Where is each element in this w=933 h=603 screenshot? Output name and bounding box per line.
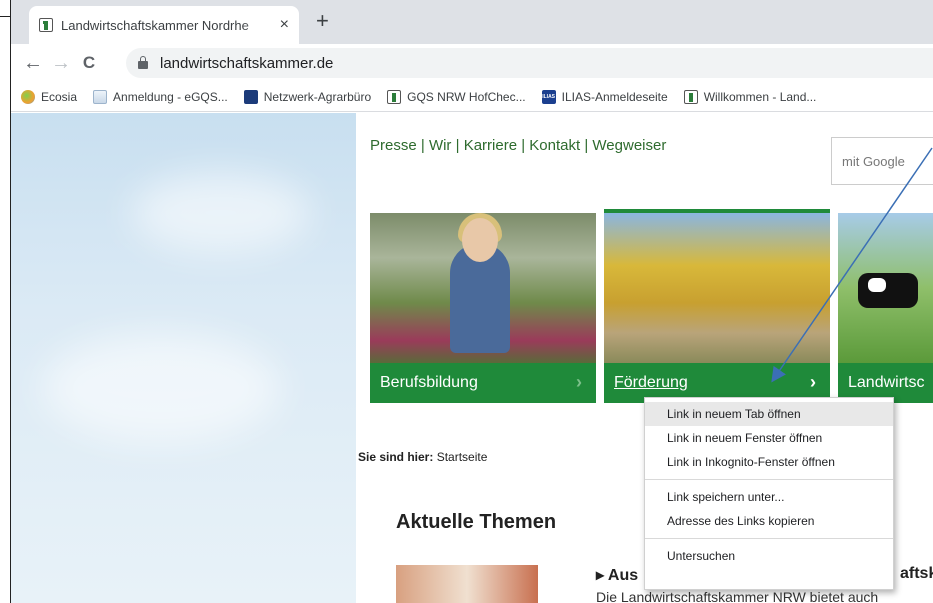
bookmark-label: Willkommen - Land... <box>703 89 817 104</box>
photo-cow-spot <box>868 278 886 292</box>
document-icon <box>93 89 108 104</box>
bookmark-ecosia[interactable]: Ecosia <box>21 89 78 104</box>
lock-icon[interactable] <box>138 56 148 69</box>
nav-link-kontakt[interactable]: Kontakt <box>529 137 580 154</box>
photo-head <box>462 218 498 262</box>
bookmark-label: Netzwerk-Agrarbüro <box>263 89 372 104</box>
new-tab-button[interactable]: + <box>316 8 329 34</box>
chevron-right-icon: › <box>810 372 816 392</box>
nav-link-wir[interactable]: Wir <box>429 137 452 154</box>
tab-close-icon[interactable]: × <box>280 16 289 34</box>
news-thumbnail[interactable] <box>396 565 538 603</box>
cloud-decoration <box>41 333 281 443</box>
address-bar[interactable]: landwirtschaftskammer.de <box>126 48 933 78</box>
menu-copy-link[interactable]: Adresse des Links kopieren <box>645 509 893 533</box>
tab-title: Landwirtschaftskammer Nordrhe <box>61 17 249 33</box>
news-teaser: Die Landwirtschaftskammer NRW bietet auc… <box>596 589 879 603</box>
tile-berufsbildung[interactable]: Berufsbildung › <box>370 213 596 426</box>
tile-bar[interactable]: Berufsbildung › <box>370 363 596 403</box>
nav-link-wegweiser[interactable]: Wegweiser <box>592 137 666 154</box>
frame-border-left <box>10 0 11 603</box>
frame-border-top <box>0 16 10 17</box>
nav-link-presse[interactable]: Presse <box>370 137 417 154</box>
bookmark-ilias[interactable]: ILIAS ILIAS-Anmeldeseite <box>541 89 668 104</box>
nav-link-karriere[interactable]: Karriere <box>464 137 517 154</box>
tile-photo-cow <box>838 213 933 363</box>
menu-inspect[interactable]: Untersuchen <box>645 544 893 568</box>
tile-photo-woman <box>370 213 596 363</box>
lwk-icon <box>387 89 402 104</box>
browser-toolbar: ← → C landwirtschaftskammer.de <box>11 44 933 82</box>
section-title: Aktuelle Themen <box>396 511 557 533</box>
bookmark-label: ILIAS-Anmeldeseite <box>561 89 668 104</box>
lwk-icon <box>683 89 698 104</box>
menu-open-incognito[interactable]: Link in Inkognito-Fenster öffnen <box>645 450 893 474</box>
tile-label: Förderung <box>614 374 688 391</box>
news-headline-tail[interactable]: aftsk <box>900 565 933 583</box>
bookmark-netzwerk[interactable]: Netzwerk-Agrarbüro <box>243 89 372 104</box>
url-text[interactable]: landwirtschaftskammer.de <box>160 55 333 72</box>
tab-strip: Landwirtschaftskammer Nordrhe × + <box>11 0 933 44</box>
top-navigation: Presse | Wir | Karriere | Kontakt | Wegw… <box>370 137 666 154</box>
ecosia-icon <box>21 89 35 104</box>
tile-label: Berufsbildung <box>380 374 478 391</box>
menu-separator <box>645 538 893 539</box>
bookmark-label: GQS NRW HofChec... <box>407 89 526 104</box>
tile-label: Landwirtsc <box>848 374 925 391</box>
menu-open-new-tab[interactable]: Link in neuem Tab öffnen <box>645 402 893 426</box>
browser-tab[interactable]: Landwirtschaftskammer Nordrhe × <box>29 6 299 44</box>
breadcrumb-prefix: Sie sind hier: <box>358 450 434 464</box>
bookmark-gqs[interactable]: GQS NRW HofChec... <box>387 89 526 104</box>
back-button[interactable]: ← <box>19 52 47 75</box>
netzwerk-icon <box>243 89 258 104</box>
bookmark-egqs[interactable]: Anmeldung - eGQS... <box>93 89 228 104</box>
menu-save-link[interactable]: Link speichern unter... <box>645 485 893 509</box>
news-headline[interactable]: ▸ Aus <box>596 565 638 585</box>
nav-separator: | <box>455 137 464 154</box>
site-search-input[interactable]: mit Google <box>831 137 933 185</box>
bookmark-willkommen[interactable]: Willkommen - Land... <box>683 89 817 104</box>
breadcrumb: Sie sind hier: Startseite <box>358 450 487 464</box>
menu-open-new-window[interactable]: Link in neuem Fenster öffnen <box>645 426 893 450</box>
bookmarks-bar: Ecosia Anmeldung - eGQS... Netzwerk-Agra… <box>11 82 933 112</box>
nav-separator: | <box>420 137 429 154</box>
reload-button[interactable]: C <box>75 53 103 73</box>
forward-button[interactable]: → <box>47 52 75 75</box>
tile-photo-harvester <box>604 213 830 363</box>
tile-landwirtschaft[interactable]: Landwirtsc <box>838 213 933 426</box>
bookmark-label: Anmeldung - eGQS... <box>113 89 228 104</box>
chevron-right-icon: › <box>576 372 582 392</box>
ilias-icon: ILIAS <box>541 89 556 104</box>
context-menu: Link in neuem Tab öffnen Link in neuem F… <box>644 397 894 590</box>
lwk-favicon-icon <box>39 18 53 32</box>
menu-separator <box>645 479 893 480</box>
breadcrumb-current: Startseite <box>436 450 488 464</box>
bookmark-label: Ecosia <box>41 89 78 104</box>
cloud-decoration <box>131 173 311 253</box>
tile-foerderung[interactable]: Förderung › <box>604 209 830 426</box>
photo-cow <box>858 273 918 308</box>
